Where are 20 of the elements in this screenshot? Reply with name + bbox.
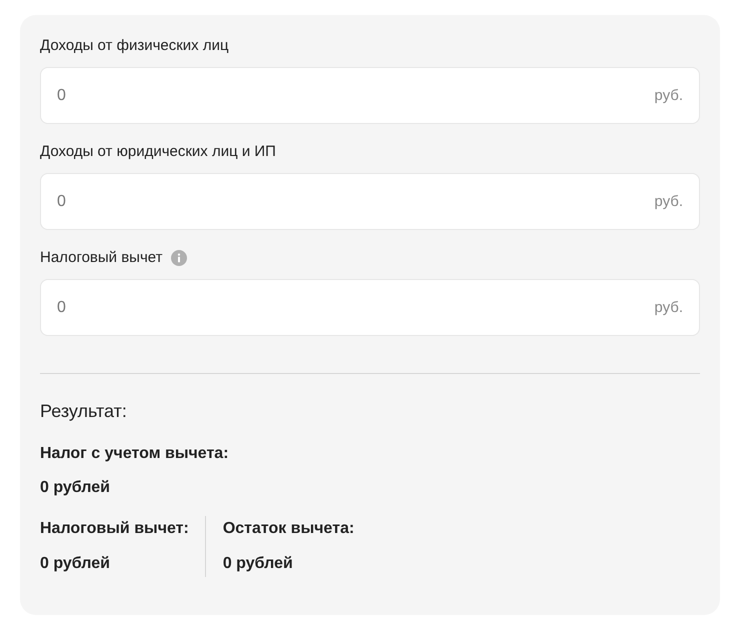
field-value: 0 — [57, 86, 67, 104]
result-value: 0 рублей — [40, 554, 111, 574]
unit-label: руб. — [654, 193, 683, 210]
unit-label: руб. — [654, 299, 683, 316]
field-value: 0 — [57, 298, 67, 316]
field-label: Доходы от юридических лиц и ИП — [40, 142, 276, 162]
result-label: Налоговый вычет: — [40, 519, 189, 539]
field-label: Налоговый вычет — [40, 248, 162, 268]
amount-field[interactable]: 0 руб. — [40, 279, 700, 336]
field-value: 0 — [57, 192, 67, 210]
field-label: Доходы от физических лиц — [40, 36, 229, 56]
result-title: Результат: — [40, 400, 128, 423]
tax-label: Налог с учетом вычета: — [40, 444, 230, 464]
amount-field[interactable]: 0 руб. — [40, 173, 700, 230]
result-value: 0 рублей — [222, 554, 294, 574]
info-icon[interactable] — [170, 250, 186, 266]
unit-label: руб. — [654, 87, 683, 104]
tax-value: 0 рублей — [40, 478, 111, 498]
amount-field[interactable]: 0 руб. — [40, 67, 700, 124]
result-label: Остаток вычета: — [222, 519, 354, 539]
